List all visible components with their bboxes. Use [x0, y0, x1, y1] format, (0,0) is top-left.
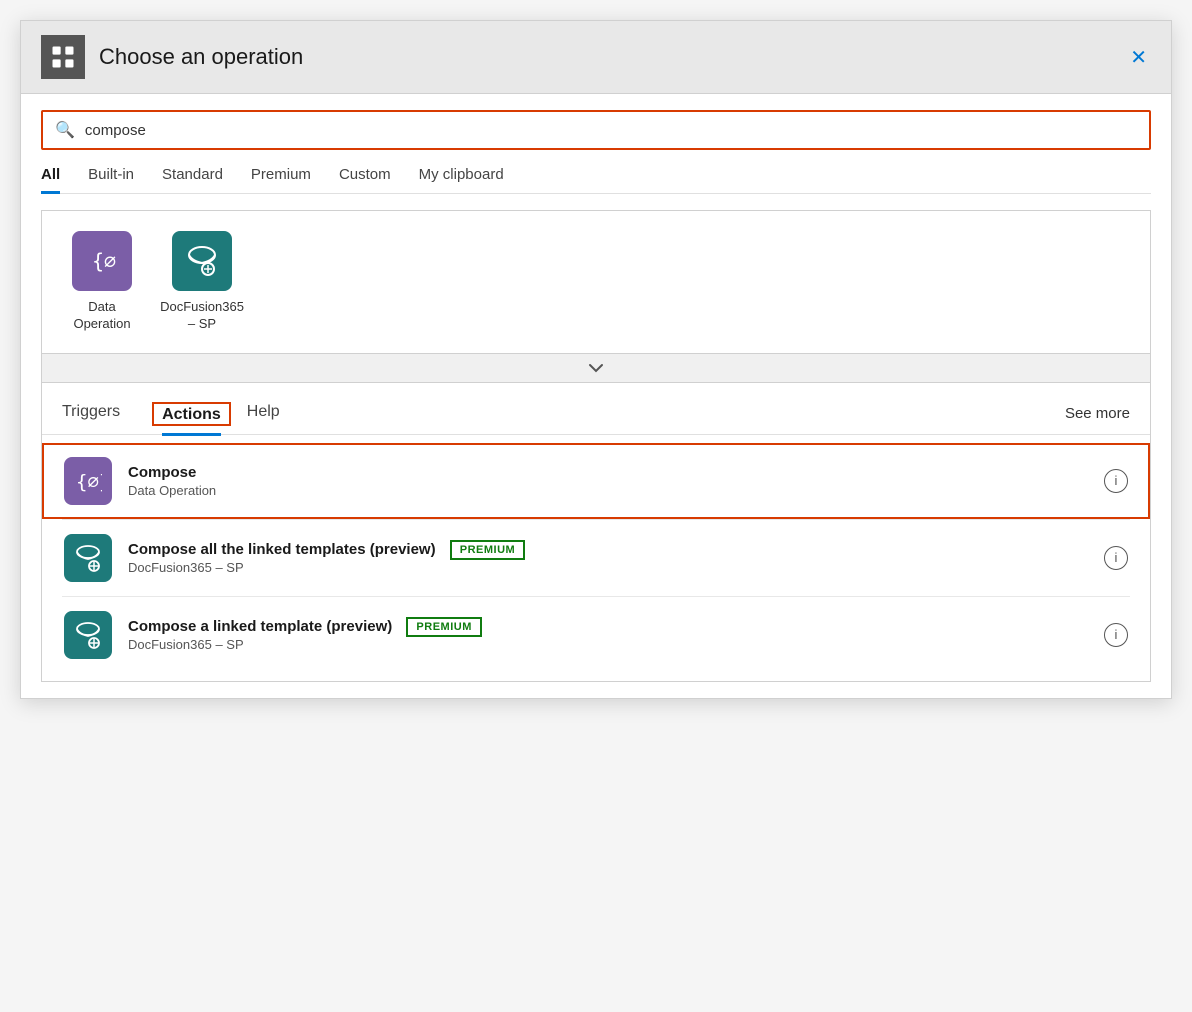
dialog-header: Choose an operation ✕ — [21, 21, 1171, 94]
operation-info-compose-all: Compose all the linked templates (previe… — [128, 541, 1088, 575]
tab-custom[interactable]: Custom — [339, 166, 391, 194]
compose-all-icon-svg — [72, 542, 104, 574]
see-more-button[interactable]: See more — [1065, 397, 1130, 432]
dialog-header-icon — [41, 35, 85, 79]
info-icon-compose[interactable]: i — [1104, 469, 1128, 493]
ops-tab-actions-wrapper: Actions — [152, 402, 231, 426]
ops-tab-help[interactable]: Help — [247, 395, 296, 434]
operation-info-compose: Compose Data Operation — [128, 464, 1088, 498]
filter-tabs: All Built-in Standard Premium Custom My … — [41, 166, 1151, 194]
connector-label-docfusion365: DocFusion365 – SP — [160, 299, 244, 333]
svg-text:{⌀}: {⌀} — [76, 471, 102, 493]
info-icon-compose-linked[interactable]: i — [1104, 623, 1128, 647]
connectors-grid-section: {⌀} Data Operation — [41, 210, 1151, 354]
search-input[interactable] — [85, 122, 1137, 139]
data-operation-svg: {⌀} — [87, 246, 117, 276]
operation-row-compose-linked[interactable]: Compose a linked template (preview) PREM… — [42, 597, 1150, 673]
operation-info-compose-linked: Compose a linked template (preview) PREM… — [128, 618, 1088, 652]
premium-badge-compose-all: PREMIUM — [450, 540, 525, 560]
connector-icon — [49, 43, 77, 71]
tab-all[interactable]: All — [41, 166, 60, 194]
operation-source-compose-all: DocFusion365 – SP — [128, 560, 1088, 575]
chevron-down-icon — [588, 360, 604, 376]
connectors-grid: {⌀} Data Operation — [62, 231, 1130, 333]
connector-label-data-operation: Data Operation — [62, 299, 142, 333]
compose-icon-svg: {⌀} — [74, 467, 102, 495]
operations-section: Triggers Actions Help See more {⌀} — [41, 383, 1151, 682]
operation-name-compose-all: Compose all the linked templates (previe… — [128, 541, 1088, 558]
operation-name-compose-linked: Compose a linked template (preview) PREM… — [128, 618, 1088, 635]
premium-badge-compose-linked: PREMIUM — [406, 617, 481, 637]
operation-icon-compose-all — [64, 534, 112, 582]
operation-icon-compose-linked — [64, 611, 112, 659]
compose-linked-icon-svg — [72, 619, 104, 651]
connector-icon-data-operation: {⌀} — [72, 231, 132, 291]
tab-premium[interactable]: Premium — [251, 166, 311, 194]
operation-source-compose: Data Operation — [128, 483, 1088, 498]
close-button[interactable]: ✕ — [1126, 41, 1151, 74]
collapse-bar[interactable] — [41, 354, 1151, 383]
info-icon-compose-all[interactable]: i — [1104, 546, 1128, 570]
tab-builtin[interactable]: Built-in — [88, 166, 134, 194]
connector-icon-docfusion365 — [172, 231, 232, 291]
dialog-title: Choose an operation — [99, 44, 1112, 70]
operation-source-compose-linked: DocFusion365 – SP — [128, 637, 1088, 652]
operation-icon-compose: {⌀} — [64, 457, 112, 505]
ops-tab-triggers[interactable]: Triggers — [62, 395, 136, 434]
choose-operation-dialog: Choose an operation ✕ 🔍 All Built-in Sta… — [20, 20, 1172, 699]
connector-docfusion365[interactable]: DocFusion365 – SP — [162, 231, 242, 333]
tab-standard[interactable]: Standard — [162, 166, 223, 194]
docfusion-svg — [184, 243, 220, 279]
operation-row-compose[interactable]: {⌀} Compose Data Operation i — [42, 443, 1150, 519]
dialog-body: 🔍 All Built-in Standard Premium Custom M… — [21, 94, 1171, 698]
tab-clipboard[interactable]: My clipboard — [419, 166, 504, 194]
svg-text:{⌀}: {⌀} — [92, 249, 117, 273]
ops-tabs-row: Triggers Actions Help See more — [42, 383, 1150, 435]
ops-tab-actions[interactable]: Actions — [162, 398, 221, 436]
search-container: 🔍 — [41, 110, 1151, 150]
operation-name-compose: Compose — [128, 464, 1088, 481]
connector-data-operation[interactable]: {⌀} Data Operation — [62, 231, 142, 333]
search-icon: 🔍 — [55, 120, 75, 140]
operations-list: {⌀} Compose Data Operation i — [42, 435, 1150, 681]
operation-row-compose-all-linked[interactable]: Compose all the linked templates (previe… — [42, 520, 1150, 596]
